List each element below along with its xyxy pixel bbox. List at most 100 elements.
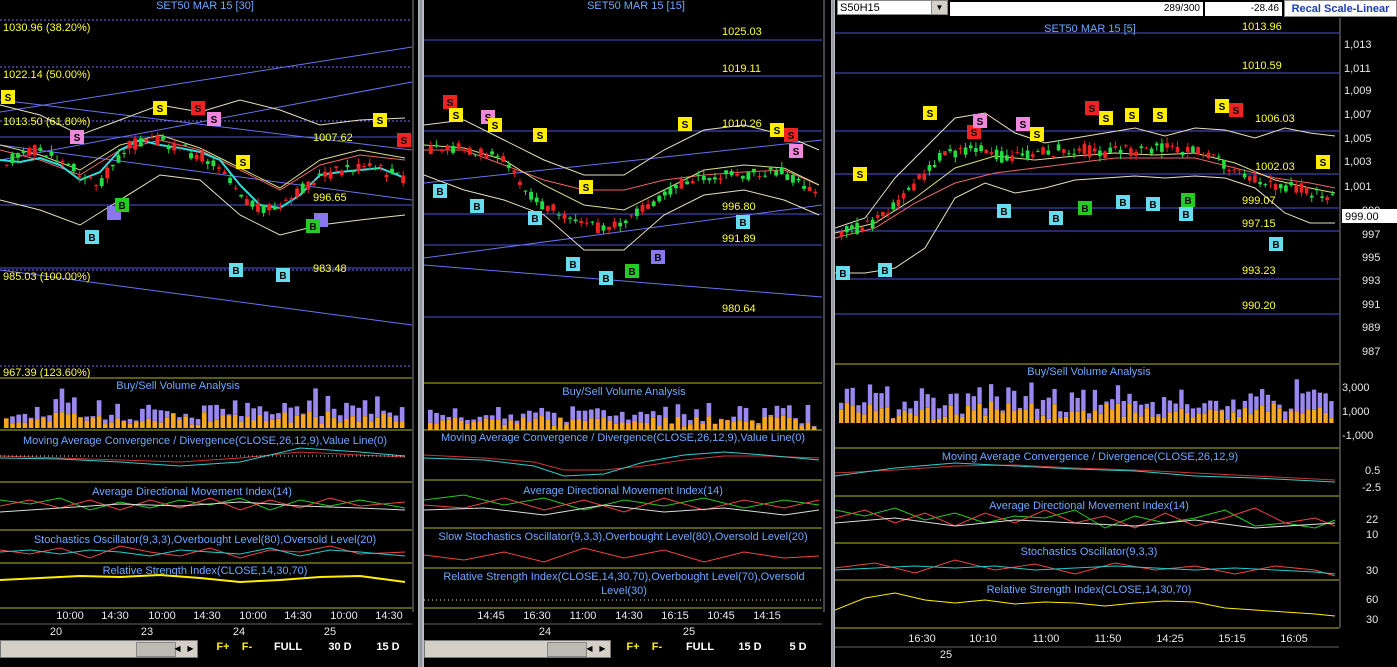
scroll-right-icon[interactable]: ▶ — [596, 642, 609, 655]
volume-bar-sell — [152, 409, 158, 421]
volume-bar-buy — [1323, 412, 1328, 423]
zoom-out-button[interactable]: F- — [646, 640, 668, 654]
rsi-title: Relative Strength Index(CLOSE,14,30,70),… — [443, 571, 805, 597]
zoom-out-button[interactable]: F- — [236, 640, 258, 654]
volume-bar-sell — [762, 408, 767, 417]
volume-bar-sell — [1023, 396, 1028, 410]
bar-counter: 289/300 — [950, 2, 1203, 16]
buy-signal: B — [309, 222, 316, 233]
candle-body — [968, 145, 973, 149]
volume-bar-buy — [1254, 409, 1259, 423]
chart-panel-15min[interactable]: SET50 MAR 15 [15] 1025.03 1019.11 1010.2… — [424, 0, 831, 667]
volume-bar-sell — [919, 388, 925, 411]
range-15d-button[interactable]: 15 D — [368, 640, 408, 654]
candle-body — [579, 220, 584, 224]
candle-body — [1067, 153, 1071, 155]
scrollbar-thumb[interactable] — [547, 642, 587, 657]
fib-level: 967.39 (123.60%) — [3, 367, 90, 379]
candle-body — [105, 167, 110, 179]
candle-body — [1041, 147, 1045, 155]
volume-bar-buy — [731, 422, 736, 430]
buy-signal: B — [839, 269, 846, 280]
candle-body — [1010, 155, 1014, 161]
volume-bar-buy — [1092, 410, 1098, 423]
volume-bar-buy — [965, 406, 971, 423]
volume-bar-sell — [72, 397, 77, 414]
full-button[interactable]: FULL — [680, 640, 720, 654]
volume-bar-sell — [109, 414, 114, 423]
volume-bar-buy — [1006, 403, 1011, 423]
volume-bar-buy — [465, 423, 470, 430]
scroll-right-icon[interactable]: ▶ — [184, 642, 197, 655]
candle-body — [679, 178, 684, 189]
volume-bar-buy — [356, 421, 362, 428]
volume-bar-buy — [4, 418, 9, 428]
volume-bar-buy — [1052, 404, 1057, 423]
volume-bar-buy — [146, 418, 151, 428]
symbol-select[interactable]: S50H15 ▼ — [837, 0, 948, 15]
candle-body — [484, 155, 489, 159]
volume-bar-buy — [96, 416, 102, 428]
volume-bar-buy — [570, 419, 576, 430]
price-level: 980.64 — [722, 303, 756, 315]
candle-body — [896, 199, 901, 206]
zoom-in-button[interactable]: F+ — [622, 640, 644, 654]
volume-bar-buy — [1029, 403, 1034, 423]
horizontal-scrollbar[interactable]: ◀ ▶ — [424, 640, 611, 658]
volume-bar-buy — [115, 418, 120, 428]
volume-bar-sell — [1219, 409, 1224, 411]
scrollbar-thumb[interactable] — [136, 642, 176, 657]
chevron-down-icon[interactable]: ▼ — [931, 1, 947, 14]
volume-bar-sell — [313, 388, 318, 417]
price-level: 993.23 — [1242, 265, 1276, 277]
volume-bar-buy — [811, 426, 817, 430]
volume-bar-buy — [954, 414, 959, 423]
volume-bar-sell — [983, 408, 988, 416]
volume-bar-buy — [564, 424, 569, 430]
volume-bar-sell — [245, 402, 250, 417]
volume-bar-sell — [688, 420, 693, 425]
candle-body — [351, 171, 355, 173]
candle-body — [501, 156, 506, 162]
candle-body — [1134, 151, 1138, 156]
volume-bar-sell — [368, 413, 374, 422]
recal-scale-button[interactable]: Recal Scale-Linear — [1284, 0, 1397, 17]
scroll-left-icon[interactable]: ◀ — [583, 642, 596, 655]
range-15d-button[interactable]: 15 D — [730, 640, 770, 654]
chart-30min-svg[interactable]: SET50 MAR 15 [30] 1030.96 (38.20%) 1022.… — [0, 0, 418, 667]
volume-bar-sell — [737, 406, 743, 421]
sell-signal: S — [1157, 111, 1164, 122]
volume-bar-sell — [977, 387, 982, 404]
volume-bar-sell — [239, 416, 244, 422]
volume-bar-buy — [127, 423, 133, 428]
chart-15min-svg[interactable]: SET50 MAR 15 [15] 1025.03 1019.11 1010.2… — [424, 0, 831, 667]
candle-body — [462, 149, 467, 151]
candle-body — [1108, 147, 1113, 153]
volume-bar-sell — [1087, 413, 1092, 419]
candle-body — [839, 231, 844, 236]
candle-body — [43, 155, 48, 157]
volume-bar-sell — [1242, 400, 1248, 408]
candle-body — [512, 170, 517, 173]
date-label: 25 — [683, 626, 695, 638]
range-5d-button[interactable]: 5 D — [778, 640, 818, 654]
candle-body — [662, 191, 667, 196]
price-tick: 1,003 — [1344, 156, 1372, 168]
full-button[interactable]: FULL — [268, 640, 308, 654]
candle-body — [768, 167, 773, 170]
volume-bar-sell — [960, 413, 965, 417]
horizontal-scrollbar[interactable]: ◀ ▶ — [0, 640, 198, 658]
volume-bar-sell — [502, 418, 507, 425]
chart-panel-30min[interactable]: SET50 MAR 15 [30] 1030.96 (38.20%) 1022.… — [0, 0, 418, 667]
volume-bar-buy — [1179, 408, 1184, 423]
zoom-in-button[interactable]: F+ — [212, 640, 234, 654]
candle-body — [1320, 196, 1324, 198]
range-30d-button[interactable]: 30 D — [320, 640, 360, 654]
volume-bar-buy — [381, 413, 386, 428]
chart-5min-svg[interactable]: SET50 MAR 15 [5] 1013.96 1010.59 1006.03… — [835, 18, 1397, 667]
chart-panel-5min[interactable]: SET50 MAR 15 [5] 1013.96 1010.59 1006.03… — [835, 18, 1397, 667]
volume-bar-sell — [756, 423, 761, 425]
scroll-left-icon[interactable]: ◀ — [171, 642, 184, 655]
volume-bar-sell — [121, 420, 127, 421]
candle-body — [813, 191, 818, 194]
